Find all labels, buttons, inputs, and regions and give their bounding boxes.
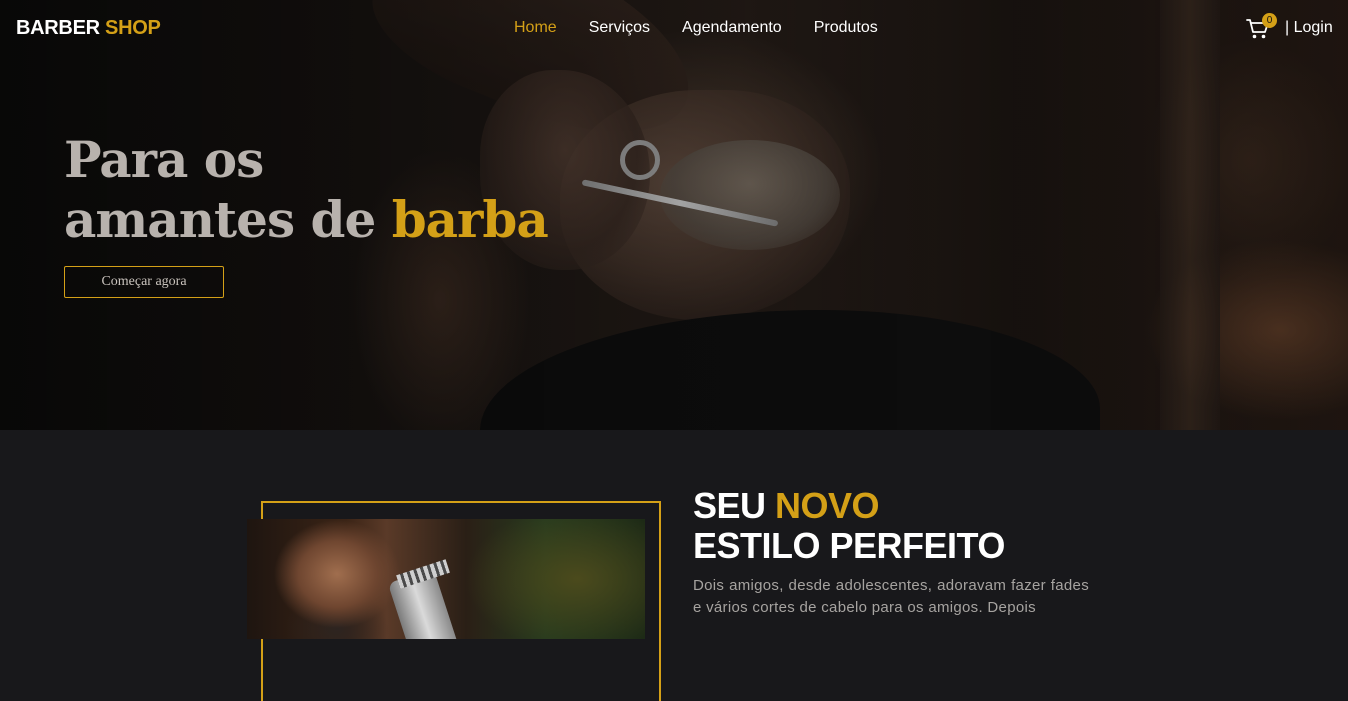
nav-item-servicos[interactable]: Serviços xyxy=(589,18,650,38)
login-link[interactable]: | Login xyxy=(1285,18,1333,38)
hero-title-line2-prefix: amantes de xyxy=(64,190,392,249)
about-heading-word1: SEU xyxy=(693,485,776,526)
nav-item-home[interactable]: Home xyxy=(514,18,557,38)
cart-count-badge: 0 xyxy=(1262,13,1277,28)
top-navbar: BARBER SHOP Home Serviços Agendamento Pr… xyxy=(0,0,1348,56)
about-heading-line2: ESTILO PERFEITO xyxy=(693,525,1005,566)
logo-text-barber: BARBER xyxy=(16,17,100,39)
about-heading-highlight: NOVO xyxy=(775,485,880,526)
hero-title: Para os amantes de barba xyxy=(64,130,549,250)
logo[interactable]: BARBER SHOP xyxy=(16,16,161,40)
hero-section: Para os amantes de barba Começar agora xyxy=(0,0,1348,430)
nav-item-agendamento[interactable]: Agendamento xyxy=(682,18,782,38)
main-menu: Home Serviços Agendamento Produtos xyxy=(514,18,878,38)
barber-photo xyxy=(247,519,645,639)
hero-title-line1: Para os xyxy=(64,130,264,189)
logo-text-shop: SHOP xyxy=(105,17,161,39)
nav-item-produtos[interactable]: Produtos xyxy=(814,18,878,38)
about-section: SEU NOVO ESTILO PERFEITO Dois amigos, de… xyxy=(0,430,1348,701)
about-paragraph: Dois amigos, desde adolescentes, adorava… xyxy=(693,577,1089,616)
about-heading: SEU NOVO ESTILO PERFEITO xyxy=(693,486,1005,566)
start-now-button[interactable]: Começar agora xyxy=(64,266,224,298)
hero-title-highlight: barba xyxy=(391,190,549,249)
